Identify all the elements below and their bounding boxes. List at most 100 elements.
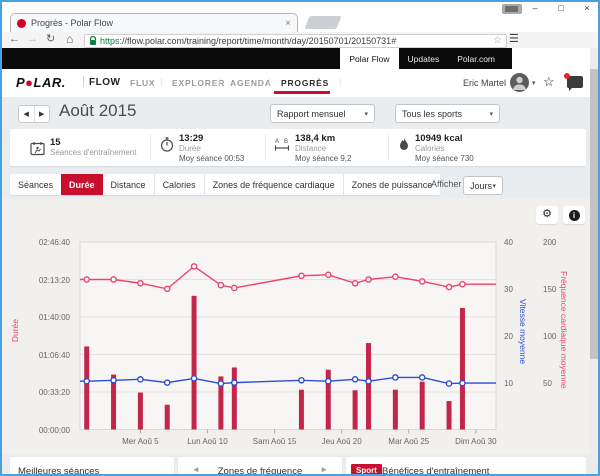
duration-bar[interactable] — [232, 367, 237, 429]
Fréquence cardiaque moyenne-point[interactable] — [299, 273, 304, 278]
home-icon[interactable]: ⌂ — [66, 32, 73, 47]
tab-seances[interactable]: Séances — [10, 174, 61, 195]
Fréquence cardiaque moyenne-point[interactable] — [420, 279, 425, 284]
polar-logo[interactable]: P●LAR. — [16, 75, 66, 90]
browser-tab[interactable]: Progrès - Polar Flow × — [10, 13, 298, 32]
avatar[interactable] — [510, 73, 529, 92]
Fréquence cardiaque moyenne-point[interactable] — [352, 281, 357, 286]
nav-item-agenda[interactable]: AGENDA — [230, 78, 272, 88]
url-scheme: https — [100, 36, 120, 46]
nav-item-flux[interactable]: FLUX — [130, 78, 155, 88]
chevron-down-icon: ▾ — [364, 110, 368, 118]
tab-distance[interactable]: Distance — [103, 174, 154, 195]
sport-badge[interactable]: Sport — [351, 464, 382, 476]
url-rest: ://flow.polar.com/training/report/time/m… — [120, 36, 397, 46]
duration-bar[interactable] — [460, 308, 465, 430]
speed-axis-title: Vitesse moyenne — [518, 299, 528, 364]
new-tab-button[interactable] — [304, 16, 341, 29]
report-type-select[interactable]: Rapport mensuel ▾ — [270, 104, 375, 123]
scrollbar-thumb[interactable] — [590, 69, 598, 359]
toplink-polar-flow[interactable]: Polar Flow — [340, 48, 398, 69]
flow-brand[interactable]: FLOW — [89, 77, 120, 88]
duration-bar[interactable] — [366, 343, 371, 429]
duration-bar[interactable] — [138, 393, 143, 430]
duration-bar[interactable] — [192, 296, 197, 430]
Vitesse moyenne-point[interactable] — [393, 375, 398, 380]
Vitesse moyenne-point[interactable] — [191, 376, 196, 381]
duration-bar[interactable] — [299, 390, 304, 430]
forward-icon[interactable]: → — [27, 32, 38, 47]
Vitesse moyenne-point[interactable] — [138, 377, 143, 382]
duration-bar[interactable] — [420, 382, 425, 430]
polar-logo-o-icon: ● — [25, 75, 33, 90]
Vitesse moyenne-point[interactable] — [111, 378, 116, 383]
Vitesse moyenne-point[interactable] — [446, 381, 451, 386]
duration-bar[interactable] — [165, 405, 170, 430]
Fréquence cardiaque moyenne-point[interactable] — [393, 274, 398, 279]
nav-item-progres[interactable]: PROGRÈS — [281, 78, 329, 88]
duration-bar[interactable] — [84, 346, 89, 429]
reload-icon[interactable]: ↻ — [46, 32, 55, 47]
next-month-button[interactable]: ▶ — [35, 106, 50, 122]
tab-close-icon[interactable]: × — [285, 18, 291, 29]
toplink-polar-com[interactable]: Polar.com — [448, 48, 504, 69]
favorites-star-icon[interactable]: ☆ — [543, 74, 555, 90]
Vitesse moyenne-point[interactable] — [232, 380, 237, 385]
Fréquence cardiaque moyenne-point[interactable] — [232, 285, 237, 290]
display-unit-value: Jours — [470, 181, 492, 191]
minimize-button[interactable]: – — [526, 2, 544, 15]
month-pager: ◀ ▶ — [18, 105, 50, 123]
overlay-badge — [502, 4, 522, 14]
zones-next-icon[interactable]: ► — [320, 465, 328, 474]
Fréquence cardiaque moyenne-point[interactable] — [191, 264, 196, 269]
Vitesse moyenne-point[interactable] — [460, 380, 465, 385]
back-icon[interactable]: ← — [9, 32, 20, 47]
tab-zones-fc[interactable]: Zones de fréquence cardiaque — [204, 174, 343, 195]
bookmark-star-icon[interactable]: ☆ — [493, 35, 502, 46]
tab-duree[interactable]: Durée — [61, 174, 103, 195]
browser-menu-icon[interactable]: ☰ — [509, 32, 519, 47]
best-sessions-label: Meilleures séances — [18, 466, 99, 476]
stat-value: 13:29 — [179, 134, 244, 144]
x-tick-label: Sam Aoû 15 — [245, 437, 305, 446]
close-button[interactable]: × — [578, 2, 596, 15]
Vitesse moyenne-point[interactable] — [165, 380, 170, 385]
Fréquence cardiaque moyenne-point[interactable] — [165, 286, 170, 291]
Vitesse moyenne-point[interactable] — [366, 379, 371, 384]
Fréquence cardiaque moyenne-point[interactable] — [446, 284, 451, 289]
Fréquence cardiaque moyenne-point[interactable] — [326, 272, 331, 277]
best-sessions-panel[interactable]: Meilleures séances — [10, 457, 174, 476]
distance-ab-icon: AB — [274, 137, 290, 152]
tab-calories[interactable]: Calories — [154, 174, 204, 195]
maximize-button[interactable]: □ — [552, 2, 570, 15]
Vitesse moyenne-point[interactable] — [299, 378, 304, 383]
sport-filter-value: Tous les sports — [402, 109, 462, 119]
Vitesse moyenne-point[interactable] — [84, 379, 89, 384]
duration-bar[interactable] — [353, 390, 358, 429]
user-caret-icon[interactable]: ▾ — [532, 79, 536, 87]
Vitesse moyenne-point[interactable] — [326, 379, 331, 384]
Fréquence cardiaque moyenne-point[interactable] — [84, 277, 89, 282]
Fréquence cardiaque moyenne-point[interactable] — [138, 281, 143, 286]
Fréquence cardiaque moyenne-point[interactable] — [460, 282, 465, 287]
tab-zones-puissance[interactable]: Zones de puissance — [343, 174, 441, 195]
user-name[interactable]: Eric Martel — [463, 78, 506, 88]
chevron-down-icon: ▾ — [492, 182, 496, 190]
feedback-chat-icon[interactable] — [567, 76, 583, 88]
Fréquence cardiaque moyenne-point[interactable] — [111, 277, 116, 282]
Vitesse moyenne-point[interactable] — [218, 381, 223, 386]
stopwatch-icon — [160, 137, 174, 152]
Vitesse moyenne-point[interactable] — [420, 375, 425, 380]
speed-tick-label: 10 — [504, 379, 513, 388]
x-tick-label: Lun Aoû 10 — [177, 437, 237, 446]
prev-month-button[interactable]: ◀ — [19, 106, 35, 122]
toplink-updates[interactable]: Updates — [399, 48, 449, 69]
duration-bar[interactable] — [393, 390, 398, 430]
Fréquence cardiaque moyenne-point[interactable] — [366, 277, 371, 282]
url-bar[interactable]: https://flow.polar.com/training/report/t… — [84, 34, 507, 48]
display-unit-select[interactable]: Jours ▾ — [463, 176, 503, 195]
sport-filter-select[interactable]: Tous les sports ▾ — [395, 104, 500, 123]
Fréquence cardiaque moyenne-point[interactable] — [218, 283, 223, 288]
duration-bar[interactable] — [447, 401, 452, 430]
Vitesse moyenne-point[interactable] — [352, 377, 357, 382]
